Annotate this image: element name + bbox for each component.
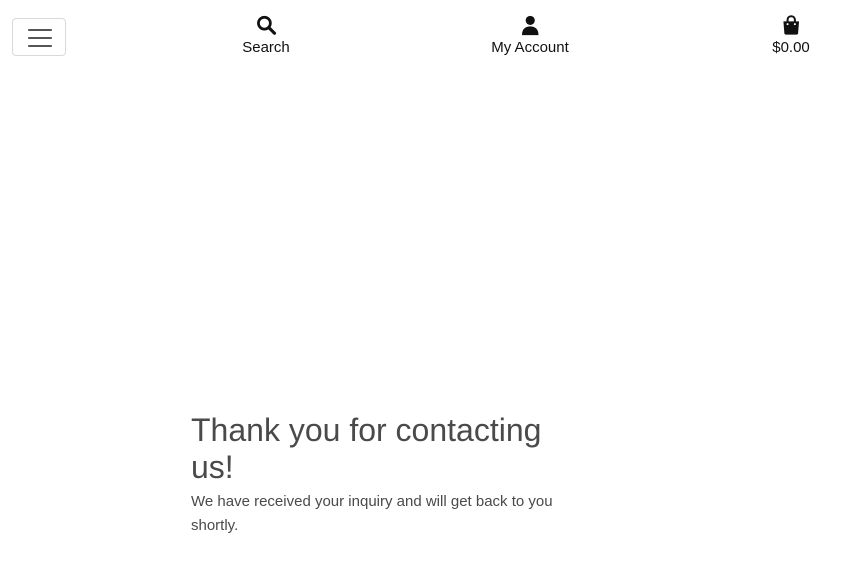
site-header: Search My Account $0.00 <box>0 0 843 80</box>
confirmation-message: We have received your inquiry and will g… <box>191 493 553 534</box>
shopping-bag-icon <box>783 15 799 35</box>
page: Search My Account $0.00 Thank you for co… <box>0 0 843 565</box>
user-icon <box>521 15 539 36</box>
cart-link[interactable]: $0.00 <box>772 14 810 57</box>
hamburger-menu-icon <box>28 45 52 47</box>
confirmation-section: Thank you for contacting us! We have rec… <box>191 412 581 538</box>
cart-total: $0.00 <box>772 39 810 56</box>
hamburger-menu-icon <box>28 29 52 31</box>
menu-toggle-button[interactable] <box>12 18 66 56</box>
search-label: Search <box>242 39 290 56</box>
page-title: Thank you for contacting us! <box>191 412 542 485</box>
search-icon <box>256 15 276 35</box>
hamburger-menu-icon <box>28 37 52 39</box>
my-account-label: My Account <box>491 39 569 56</box>
search-link[interactable]: Search <box>242 14 290 57</box>
my-account-link[interactable]: My Account <box>491 14 569 57</box>
